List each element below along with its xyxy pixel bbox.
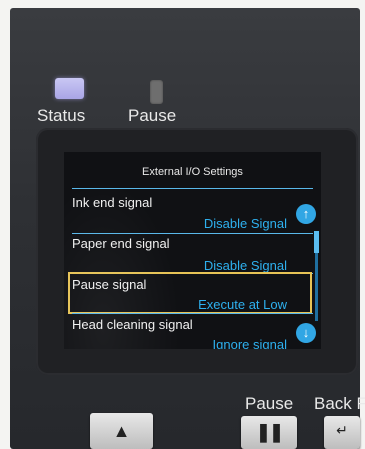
setting-ink-end-signal-value: Disable Signal bbox=[203, 216, 287, 231]
setting-pause-signal-label[interactable]: Pause signal bbox=[72, 277, 146, 292]
setting-paper-end-signal-value: Disable Signal bbox=[203, 258, 287, 273]
lcd-screen: External I/O Settings Ink end signal Dis… bbox=[64, 152, 321, 349]
status-label: Status bbox=[37, 106, 86, 125]
setting-pause-signal-value: Execute at Low bbox=[198, 297, 287, 312]
back-button[interactable]: ↵ bbox=[324, 416, 360, 449]
setting-head-cleaning-signal-label[interactable]: Head cleaning signal bbox=[72, 317, 193, 332]
pause-icon: ❚❚ bbox=[255, 422, 284, 442]
setting-paper-end-signal-label[interactable]: Paper end signal bbox=[72, 236, 170, 251]
status-led bbox=[55, 78, 84, 99]
screen-title: External I/O Settings bbox=[142, 166, 243, 178]
scrollbar-thumb[interactable] bbox=[314, 231, 319, 253]
setting-ink-end-signal-label[interactable]: Ink end signal bbox=[72, 195, 152, 210]
row-separator bbox=[72, 313, 313, 314]
pause-button[interactable]: ❚❚ bbox=[241, 416, 297, 449]
pause-led bbox=[150, 80, 163, 104]
pause-label: Pause bbox=[128, 106, 177, 125]
back-icon: ↵ bbox=[336, 422, 348, 438]
pause-button-label: Pause bbox=[245, 394, 294, 413]
title-separator bbox=[72, 188, 313, 189]
arrow-up-icon[interactable]: ↑ bbox=[296, 204, 316, 224]
arrow-down-icon[interactable]: ↓ bbox=[296, 323, 316, 343]
row-separator bbox=[72, 233, 313, 234]
triangle-up-icon: ▲ bbox=[112, 421, 131, 441]
back-button-label: Back F bbox=[314, 394, 365, 413]
setting-head-cleaning-signal-value: Ignore signal bbox=[212, 337, 287, 349]
up-button[interactable]: ▲ bbox=[90, 413, 153, 449]
